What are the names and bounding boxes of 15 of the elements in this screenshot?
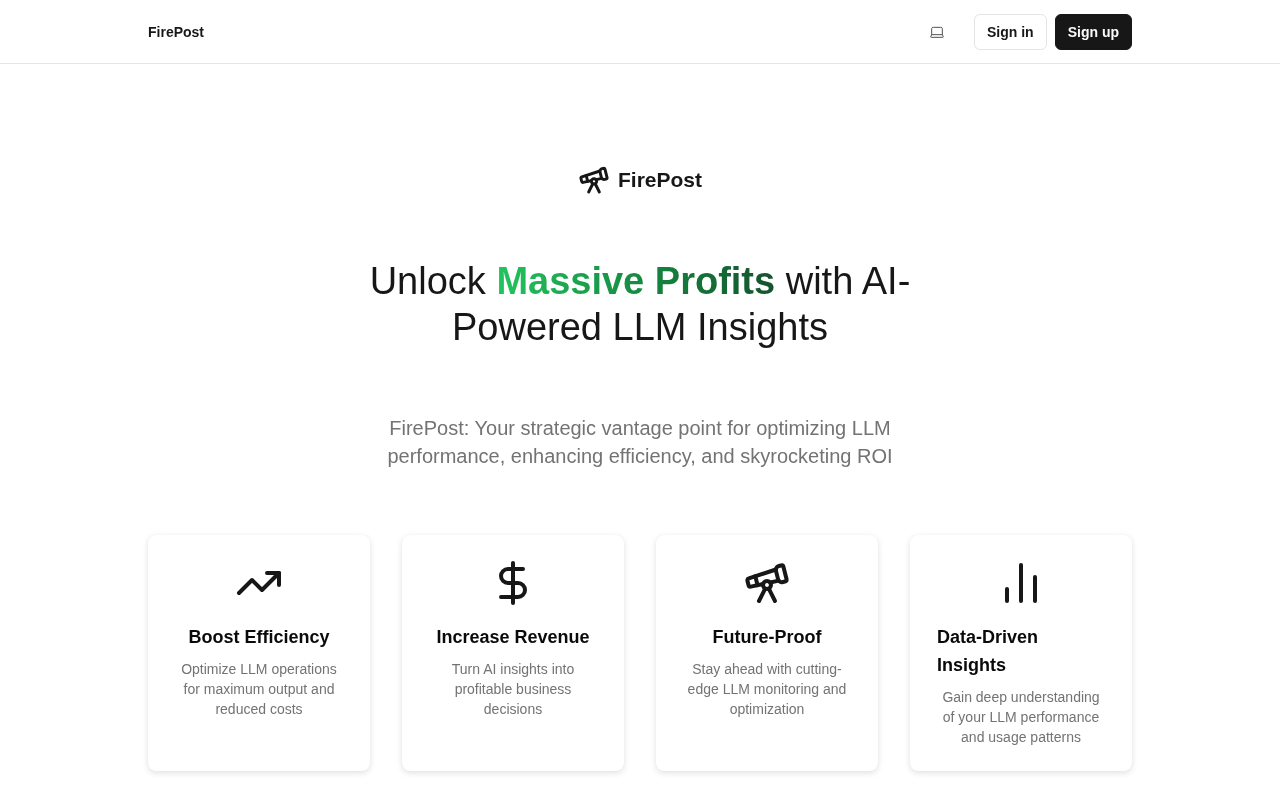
feature-title: Future-Proof (712, 626, 822, 649)
brand-link[interactable]: FirePost (148, 23, 204, 40)
feature-description: Stay ahead with cutting-edge LLM monitoring and optimization (686, 660, 848, 719)
hero-heading: Unlock Massive Profits with AI-Powered LLM Insights (368, 259, 912, 350)
feature-title: Data-Driven Insights (937, 626, 1040, 677)
sign-in-button[interactable]: Sign in (974, 13, 1047, 50)
feature-description: Optimize LLM operations for maximum output and reduced costs (180, 660, 338, 719)
sign-up-button[interactable]: Sign up (1054, 13, 1132, 50)
brand-name: FirePost (618, 167, 702, 193)
feature-description: Gain deep understanding of your LLM performance and usage patterns (941, 688, 1101, 747)
hero-subtitle: FirePost: Your strategic vantage point for optimizing LLM performance, enhancing efficiency, and skyrocketing ROI (386, 416, 894, 469)
feature-title: Boost Efficiency (188, 626, 330, 649)
feature-description: Turn AI insights into profitable business decisions (450, 660, 576, 719)
telescope-icon (578, 164, 610, 196)
feature-title: Increase Revenue (436, 626, 590, 649)
